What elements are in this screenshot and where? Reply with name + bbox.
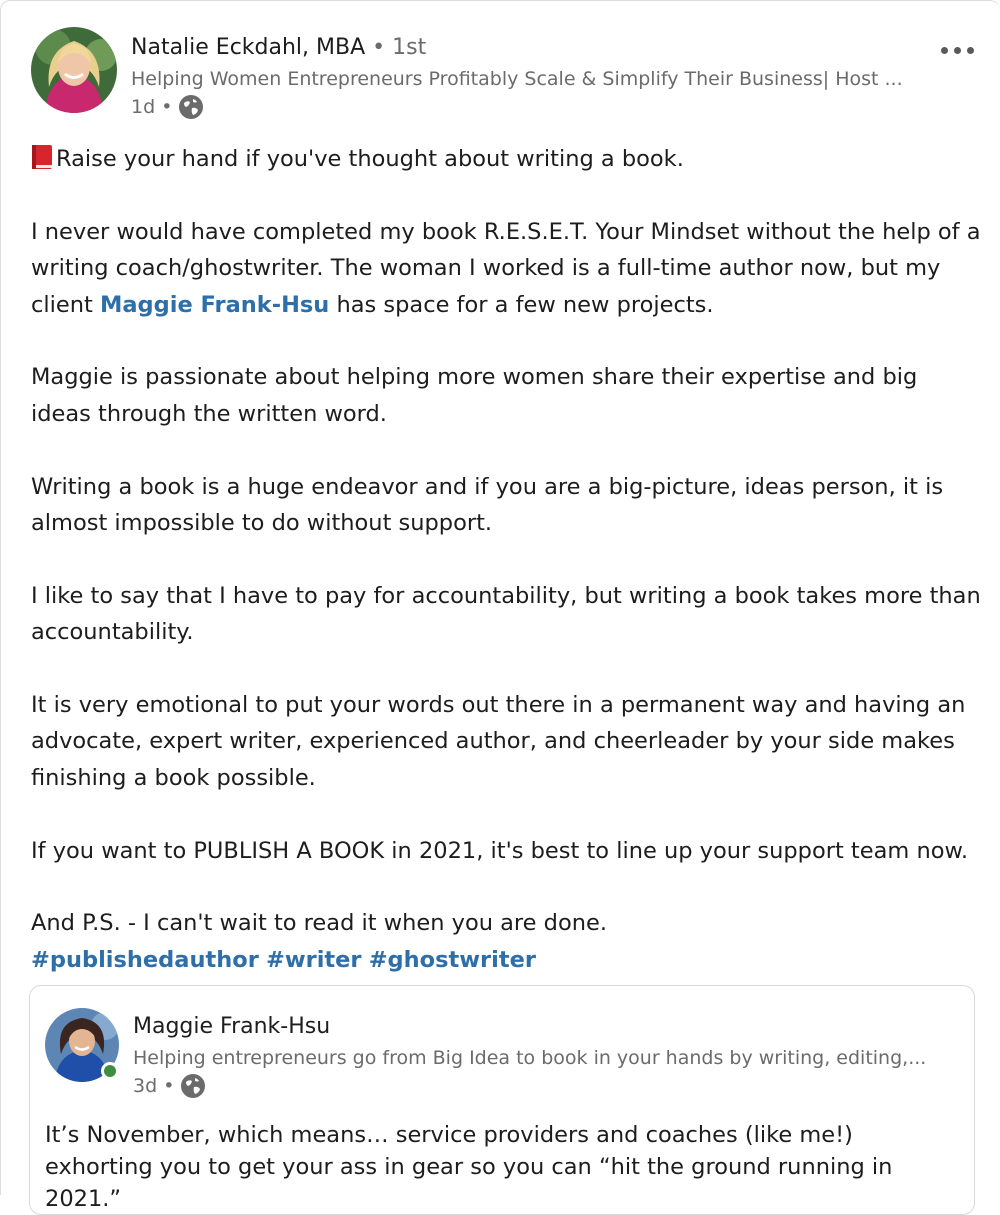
- shared-post-body: It’s November, which means… service prov…: [45, 1122, 893, 1212]
- shared-author-avatar-wrap[interactable]: [45, 1008, 119, 1082]
- post-header: Natalie Eckdahl, MBA • 1st Helping Women…: [31, 27, 981, 122]
- post-body: Raise your hand if you've thought about …: [31, 141, 981, 978]
- post-paragraph: I never would have completed my book R.E…: [31, 218, 981, 318]
- hashtag-row: #publishedauthor #writer #ghostwriter: [31, 942, 981, 978]
- post-paragraph: And P.S. - I can't wait to read it when …: [31, 910, 607, 937]
- author-headline: Helping Women Entrepreneurs Profitably S…: [131, 68, 903, 90]
- post-meta: 1d •: [131, 94, 204, 120]
- more-options-button[interactable]: [933, 37, 981, 63]
- feed-post-card: Natalie Eckdahl, MBA • 1st Helping Women…: [0, 0, 1000, 1215]
- mention-link[interactable]: Maggie Frank-Hsu: [100, 292, 329, 318]
- post-time: 1d •: [131, 96, 173, 118]
- shared-post-meta: 3d •: [133, 1073, 206, 1099]
- hashtag-link[interactable]: #writer: [266, 947, 362, 973]
- globe-icon: [178, 94, 204, 120]
- post-paragraph: Raise your hand if you've thought about …: [31, 141, 981, 177]
- more-horizontal-icon: [953, 46, 961, 54]
- post-paragraph: If you want to PUBLISH A BOOK in 2021, i…: [31, 837, 968, 864]
- more-horizontal-icon: [966, 46, 974, 54]
- globe-icon: [180, 1073, 206, 1099]
- shared-post-time: 3d •: [133, 1075, 175, 1097]
- post-paragraph: I like to say that I have to pay for acc…: [31, 582, 981, 646]
- more-horizontal-icon: [940, 46, 948, 54]
- post-paragraph: It is very emotional to put your words o…: [31, 692, 966, 791]
- author-name-line[interactable]: Natalie Eckdahl, MBA • 1st: [131, 35, 426, 60]
- shared-author-name[interactable]: Maggie Frank-Hsu: [133, 1014, 330, 1039]
- connection-degree: • 1st: [372, 35, 427, 60]
- shared-post-card[interactable]: Maggie Frank-Hsu Helping entrepreneurs g…: [29, 985, 975, 1215]
- shared-author-headline: Helping entrepreneurs go from Big Idea t…: [133, 1047, 927, 1069]
- hashtag-link[interactable]: #publishedauthor: [31, 947, 259, 973]
- author-avatar[interactable]: [31, 27, 117, 113]
- author-name[interactable]: Natalie Eckdahl, MBA: [131, 35, 365, 60]
- red-book-icon: [31, 144, 53, 170]
- hashtag-link[interactable]: #ghostwriter: [369, 947, 536, 973]
- post-paragraph: Maggie is passionate about helping more …: [31, 364, 918, 427]
- post-paragraph: Writing a book is a huge endeavor and if…: [31, 473, 944, 537]
- online-status-icon: [101, 1062, 119, 1080]
